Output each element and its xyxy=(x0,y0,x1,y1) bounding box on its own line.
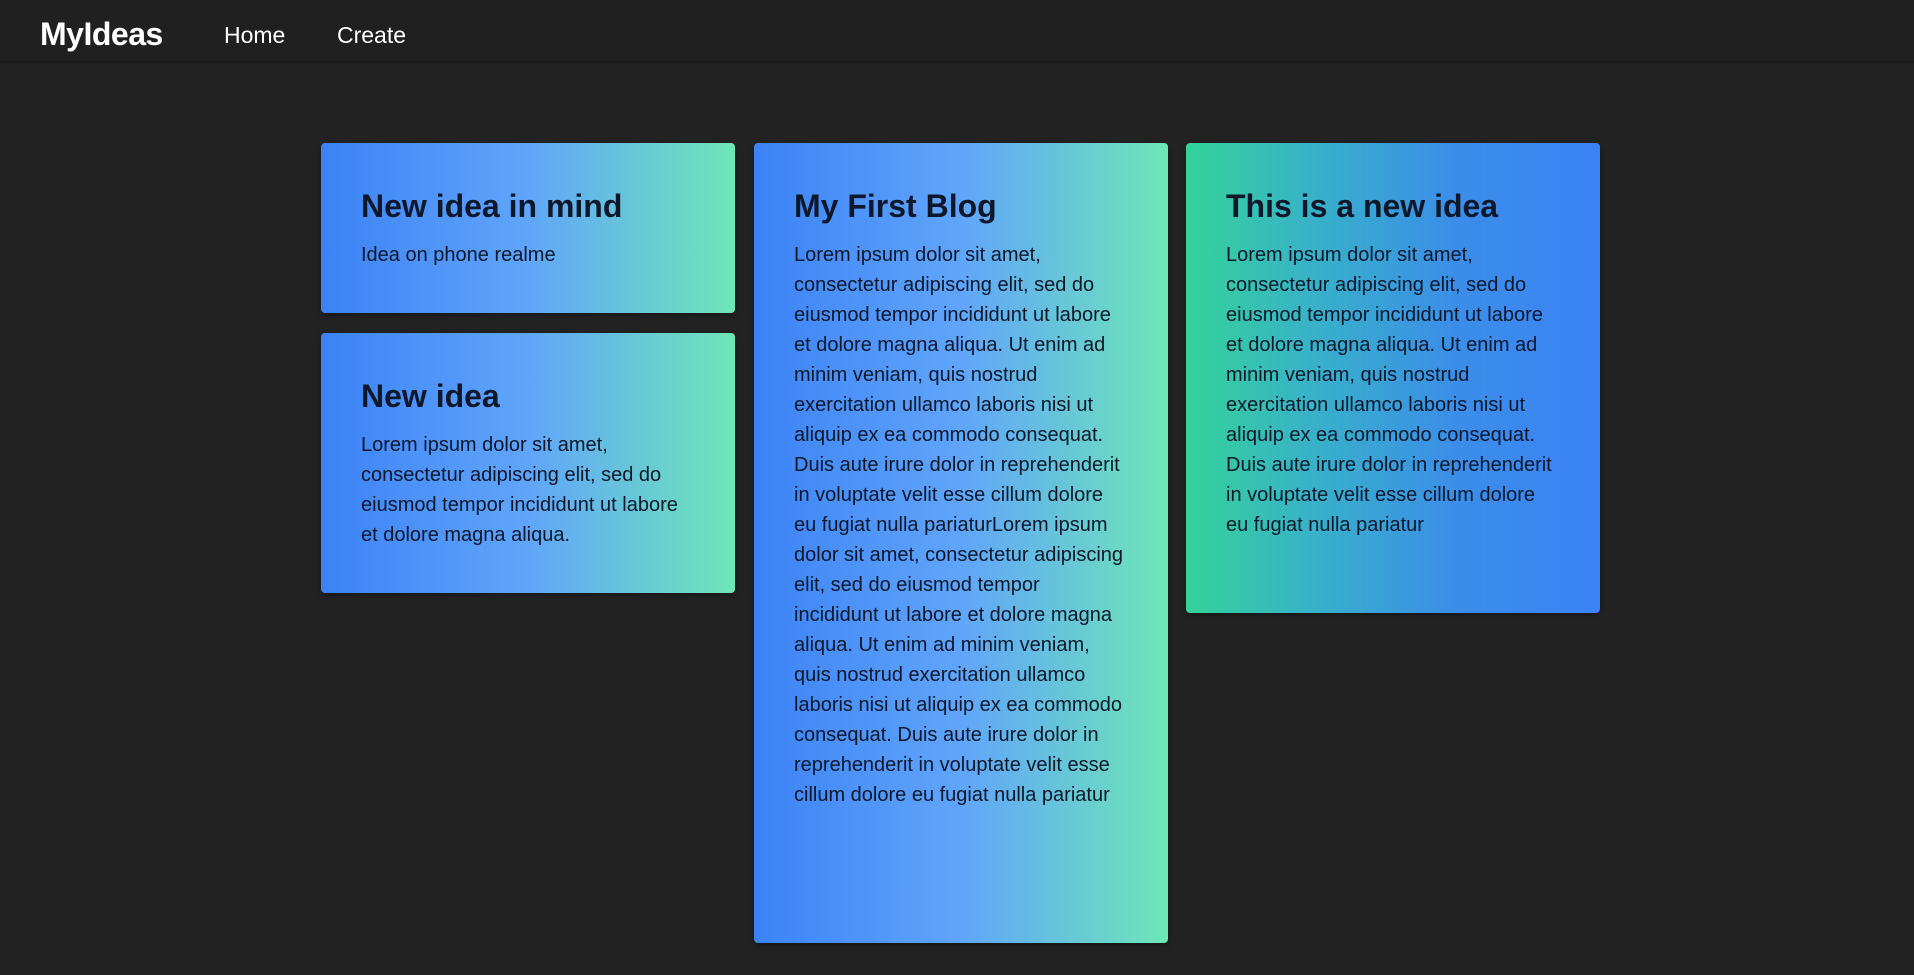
nav-link-create[interactable]: Create xyxy=(337,19,406,51)
idea-title: My First Blog xyxy=(794,188,997,224)
idea-body: Lorem ipsum dolor sit amet, consectetur … xyxy=(361,434,678,546)
idea-title: New idea in mind xyxy=(361,188,623,224)
idea-title: This is a new idea xyxy=(1226,188,1499,224)
idea-card[interactable]: My First Blog Lorem ipsum dolor sit amet… xyxy=(754,143,1168,943)
idea-card[interactable]: This is a new idea Lorem ipsum dolor sit… xyxy=(1186,143,1600,613)
idea-body: Lorem ipsum dolor sit amet, consectetur … xyxy=(1226,244,1552,536)
idea-card[interactable]: New idea Lorem ipsum dolor sit amet, con… xyxy=(321,333,735,593)
idea-card[interactable]: New idea in mind Idea on phone realme xyxy=(321,143,735,313)
navbar: MyIdeas Home Create xyxy=(0,0,1914,61)
nav-link-home[interactable]: Home xyxy=(224,19,285,51)
brand-logo[interactable]: MyIdeas xyxy=(40,14,163,54)
idea-title: New idea xyxy=(361,378,500,414)
idea-body: Idea on phone realme xyxy=(361,244,556,266)
idea-body: Lorem ipsum dolor sit amet, consectetur … xyxy=(794,244,1124,806)
